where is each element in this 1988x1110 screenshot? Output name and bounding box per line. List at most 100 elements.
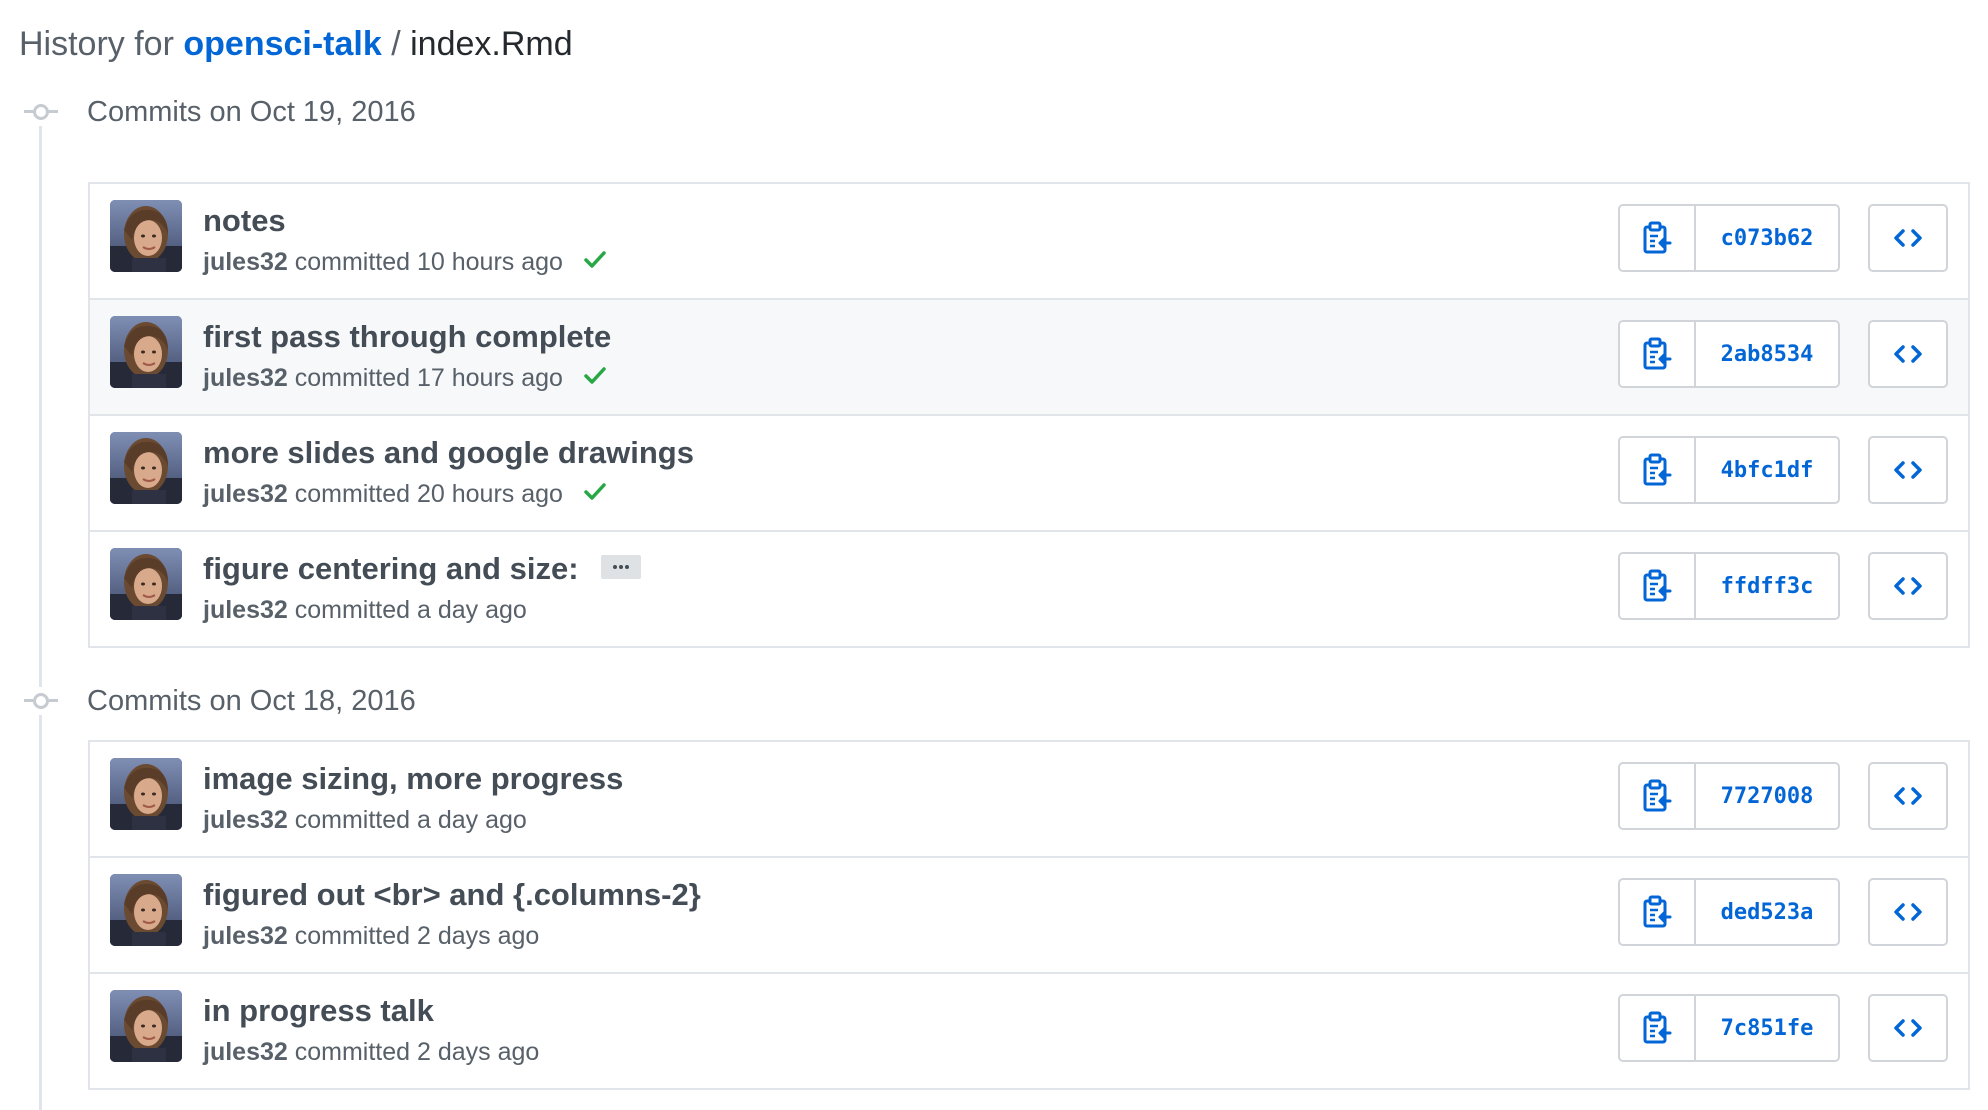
commit-verb: committed [294, 596, 411, 624]
commit-message[interactable]: notes [203, 203, 286, 238]
commit-message-wrap: first pass through complete [203, 318, 611, 356]
commit-sha-link[interactable]: 7727008 [1696, 764, 1838, 828]
commit-group-title: Commits on Oct 19, 2016 [87, 96, 416, 128]
commit-sha-link[interactable]: 7c851fe [1696, 996, 1838, 1060]
copy-sha-button[interactable] [1620, 206, 1696, 270]
commit-time: 2 days ago [417, 1038, 540, 1066]
commit-message-wrap: more slides and google drawings [203, 434, 694, 472]
browse-repo-button[interactable] [1868, 994, 1948, 1062]
code-icon [1894, 229, 1922, 247]
clippy-icon [1643, 337, 1672, 370]
commit-message[interactable]: in progress talk [203, 993, 434, 1028]
avatar[interactable] [110, 432, 182, 504]
git-commit-icon [24, 98, 58, 126]
check-icon[interactable] [584, 367, 606, 385]
commit-message-wrap: figure centering and size: [203, 550, 642, 588]
avatar[interactable] [110, 548, 182, 620]
commit-message-wrap: figured out <br> and {.columns-2} [203, 876, 701, 914]
browse-repo-button[interactable] [1868, 436, 1948, 504]
copy-sha-button[interactable] [1620, 438, 1696, 502]
browse-repo-button[interactable] [1868, 762, 1948, 830]
commit-verb: committed [294, 806, 411, 834]
avatar[interactable] [110, 316, 182, 388]
copy-sha-button[interactable] [1620, 764, 1696, 828]
clippy-icon [1643, 221, 1672, 254]
browse-repo-button[interactable] [1868, 204, 1948, 272]
avatar[interactable] [110, 200, 182, 272]
commit-author[interactable]: jules32 [203, 806, 288, 834]
avatar[interactable] [110, 758, 182, 830]
commit-message-wrap: notes [203, 202, 286, 240]
copy-sha-button[interactable] [1620, 996, 1696, 1060]
clippy-icon [1643, 779, 1672, 812]
path-separator: / [391, 25, 401, 63]
copy-sha-button[interactable] [1620, 554, 1696, 618]
commit-time: 20 hours ago [417, 480, 563, 508]
ellipsis-icon[interactable] [601, 554, 642, 579]
commit-row: in progress talk jules32 committed 2 day… [90, 972, 1968, 1088]
commit-time: a day ago [417, 806, 527, 834]
code-icon [1894, 787, 1922, 805]
code-icon [1894, 903, 1922, 921]
file-name: index.Rmd [410, 25, 573, 63]
code-icon [1894, 577, 1922, 595]
commit-meta: jules32 committed 20 hours ago [203, 478, 606, 510]
commit-row: figured out <br> and {.columns-2} jules3… [90, 856, 1968, 972]
check-icon[interactable] [584, 251, 606, 269]
commit-time: a day ago [417, 596, 527, 624]
repo-link[interactable]: opensci-talk [183, 25, 381, 63]
browse-repo-button[interactable] [1868, 552, 1948, 620]
commit-list: notes jules32 committed 10 hours ago c07… [88, 182, 1970, 648]
commit-message[interactable]: first pass through complete [203, 319, 611, 354]
avatar[interactable] [110, 990, 182, 1062]
commit-author[interactable]: jules32 [203, 922, 288, 950]
git-commit-icon [24, 687, 58, 715]
commit-author[interactable]: jules32 [203, 248, 288, 276]
ellipsis-dot [625, 564, 630, 569]
commit-message[interactable]: more slides and google drawings [203, 435, 694, 470]
commit-message[interactable]: figured out <br> and {.columns-2} [203, 877, 701, 912]
browse-repo-button[interactable] [1868, 878, 1948, 946]
commit-sha-group: c073b62 [1618, 204, 1840, 272]
commit-sha-link[interactable]: c073b62 [1696, 206, 1838, 270]
commit-meta: jules32 committed a day ago [203, 594, 527, 626]
commit-author[interactable]: jules32 [203, 364, 288, 392]
commit-verb: committed [294, 248, 411, 276]
avatar[interactable] [110, 874, 182, 946]
copy-sha-button[interactable] [1620, 880, 1696, 944]
page-title: History for opensci-talk / index.Rmd [19, 22, 573, 66]
commit-group-title: Commits on Oct 18, 2016 [87, 685, 416, 717]
commit-message-wrap: image sizing, more progress [203, 760, 623, 798]
clippy-icon [1643, 453, 1672, 486]
timeline-line [39, 124, 42, 1110]
commit-sha-link[interactable]: ded523a [1696, 880, 1838, 944]
commit-author[interactable]: jules32 [203, 1038, 288, 1066]
commit-group-header: Commits on Oct 18, 2016 [0, 681, 1988, 721]
commit-meta: jules32 committed 2 days ago [203, 1036, 539, 1068]
commit-list: image sizing, more progress jules32 comm… [88, 740, 1970, 1090]
commit-sha-group: ffdff3c [1618, 552, 1840, 620]
commit-sha-link[interactable]: 2ab8534 [1696, 322, 1838, 386]
commit-time: 10 hours ago [417, 248, 563, 276]
commit-meta: jules32 committed 10 hours ago [203, 246, 606, 278]
commit-message[interactable]: image sizing, more progress [203, 761, 623, 796]
ellipsis-dot [613, 564, 618, 569]
commit-message[interactable]: figure centering and size: [203, 551, 579, 586]
commit-author[interactable]: jules32 [203, 596, 288, 624]
commit-sha-link[interactable]: 4bfc1df [1696, 438, 1838, 502]
commit-verb: committed [294, 364, 411, 392]
commit-sha-link[interactable]: ffdff3c [1696, 554, 1838, 618]
commit-sha-group: 2ab8534 [1618, 320, 1840, 388]
copy-sha-button[interactable] [1620, 322, 1696, 386]
commit-group-header: Commits on Oct 19, 2016 [0, 92, 1988, 132]
code-icon [1894, 461, 1922, 479]
commit-row: first pass through complete jules32 comm… [90, 298, 1968, 414]
history-prefix: History for [19, 25, 174, 63]
commit-sha-group: 7727008 [1618, 762, 1840, 830]
commit-time: 2 days ago [417, 922, 540, 950]
check-icon[interactable] [584, 483, 606, 501]
commit-sha-group: 4bfc1df [1618, 436, 1840, 504]
browse-repo-button[interactable] [1868, 320, 1948, 388]
commit-author[interactable]: jules32 [203, 480, 288, 508]
commit-verb: committed [294, 922, 411, 950]
